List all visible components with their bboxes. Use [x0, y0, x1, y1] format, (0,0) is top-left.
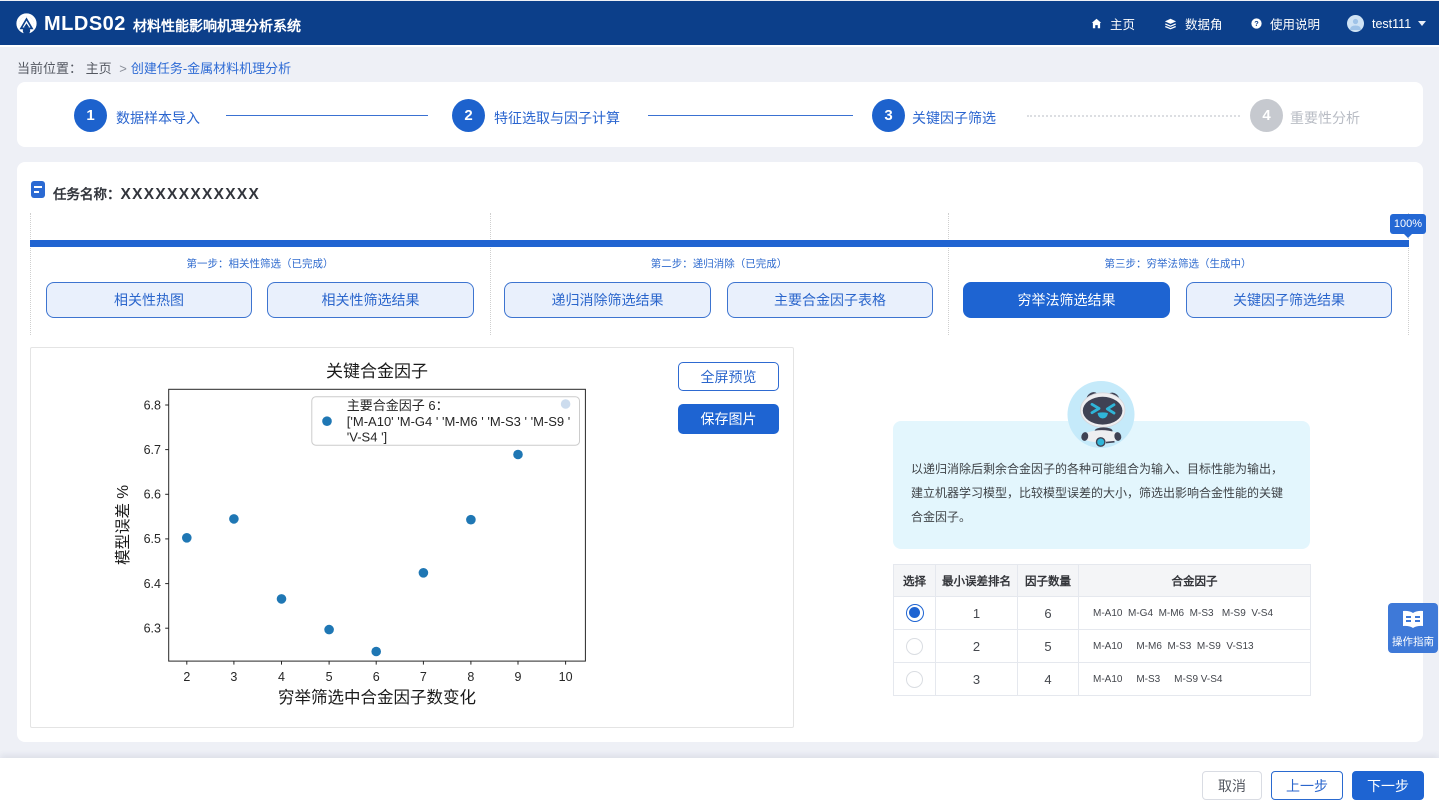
svg-text:2: 2: [183, 670, 190, 684]
svg-text:6.7: 6.7: [144, 443, 161, 457]
svg-text:关键合金因子: 关键合金因子: [326, 362, 428, 381]
svg-text:9: 9: [515, 670, 522, 684]
svg-text:8: 8: [467, 670, 474, 684]
svg-text:5: 5: [326, 670, 333, 684]
svg-text:主要合金因子 6：: 主要合金因子 6：: [347, 398, 449, 413]
svg-text:['M-A10' 'M-G4 ' 'M-M6 ' 'M-S3: ['M-A10' 'M-G4 ' 'M-M6 ' 'M-S3 ' 'M-S9 ': [347, 414, 570, 429]
svg-text:'V-S4 ']: 'V-S4 ']: [347, 430, 387, 445]
svg-text:?: ?: [1254, 19, 1259, 28]
svg-text:7: 7: [420, 670, 427, 684]
svg-text:10: 10: [559, 670, 573, 684]
svg-text:6.3: 6.3: [144, 622, 161, 636]
svg-text:6: 6: [373, 670, 380, 684]
svg-text:模型误差 %: 模型误差 %: [114, 485, 132, 565]
svg-text:穷举筛选中合金因子数变化: 穷举筛选中合金因子数变化: [278, 688, 476, 707]
svg-text:6.4: 6.4: [144, 577, 161, 591]
svg-text:6.6: 6.6: [144, 488, 161, 502]
svg-text:6.8: 6.8: [144, 398, 161, 412]
svg-text:6.5: 6.5: [144, 532, 161, 546]
svg-text:4: 4: [278, 670, 285, 684]
svg-text:3: 3: [230, 670, 237, 684]
